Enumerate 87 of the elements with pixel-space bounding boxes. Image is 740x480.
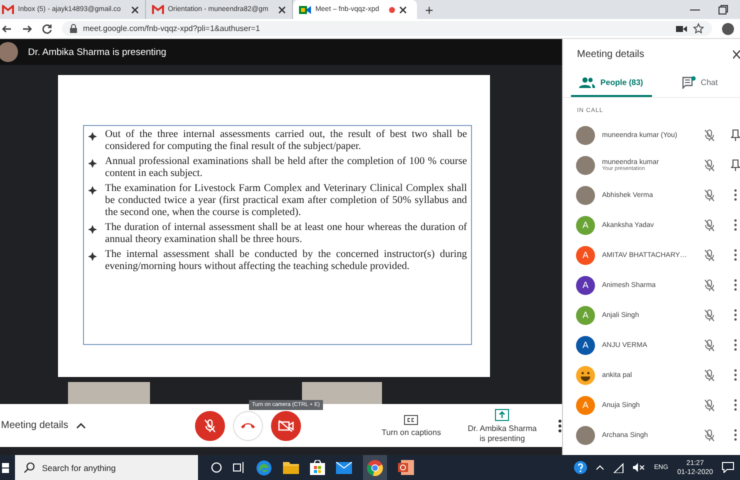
captions-button[interactable]: Turn on captions — [376, 414, 446, 436]
back-arrow-icon[interactable] — [2, 24, 12, 34]
microphone-off-icon[interactable] — [704, 338, 715, 352]
close-icon[interactable] — [278, 6, 286, 14]
windows-logo-icon[interactable] — [2, 462, 10, 474]
mail-icon — [2, 4, 14, 14]
avatar-photo-placeholder — [576, 126, 595, 144]
panel-title: Meeting details — [577, 48, 644, 60]
close-icon[interactable] — [399, 6, 408, 14]
taskbar-search-field[interactable]: Search for anything — [15, 455, 198, 480]
microphone-off-icon[interactable] — [704, 158, 715, 172]
slide-bullet-text: The internal assessment shall be conducted by the concerned instructor(s) during evening/morning hours without affecting the teaching schedule provided. — [105, 248, 467, 274]
forward-arrow-icon[interactable] — [22, 24, 32, 34]
participant-avatar: A — [576, 216, 595, 234]
microphone-off-icon[interactable] — [704, 128, 715, 142]
pin-icon[interactable] — [731, 159, 740, 171]
browser-swirl-icon[interactable] — [256, 460, 272, 476]
slide-bullet-text: The examination for Livestock Farm Complex and Veterinary Clinical Complex shall be conducted twice a year (first practical exam after completion of 50% syllabus and the second one, when the course is completed). — [105, 182, 467, 220]
diamond-bullet-icon — [88, 132, 97, 141]
notification-icon[interactable] — [722, 462, 734, 473]
avatar-photo-placeholder — [576, 186, 595, 204]
slide-bullet-text: Out of the three internal assessments carried out, the result of best two shall be considered for computing the final result of the subject/paper. — [105, 129, 467, 154]
close-icon[interactable] — [130, 6, 139, 14]
avatar-photo-placeholder — [576, 156, 595, 174]
shopping-bag-icon[interactable] — [310, 460, 325, 475]
restore-icon[interactable] — [718, 4, 728, 14]
close-icon[interactable] — [733, 50, 740, 58]
video-camera-icon[interactable] — [676, 24, 687, 32]
microphone-off-icon[interactable] — [704, 278, 715, 292]
lock-icon — [70, 24, 77, 33]
profile-avatar[interactable] — [722, 22, 734, 34]
microphone-off-icon[interactable] — [704, 188, 715, 202]
diamond-bullet-icon — [88, 186, 97, 195]
circle-icon[interactable] — [211, 462, 222, 473]
participant-avatar: A — [576, 276, 595, 294]
microphone-off-icon[interactable] — [704, 368, 715, 382]
microphone-button[interactable] — [194, 410, 225, 440]
avatar-photo-placeholder — [576, 426, 595, 444]
slide-bullet-text: Annual professional examinations shall be held after the completion of 100 % course content in each subject. — [105, 156, 467, 181]
star-icon[interactable] — [693, 23, 704, 34]
microphone-off-icon[interactable] — [704, 218, 715, 232]
microphone-off-icon[interactable] — [704, 308, 715, 322]
diamond-bullet-icon — [88, 224, 97, 234]
help-icon[interactable] — [574, 461, 588, 474]
camera-button[interactable] — [270, 410, 301, 440]
search-icon — [24, 462, 35, 473]
chevron-up-icon[interactable] — [596, 465, 604, 470]
participant-avatar: A — [576, 336, 595, 354]
microphone-off-icon[interactable] — [704, 428, 715, 442]
diamond-bullet-icon — [88, 252, 97, 261]
presenter-avatar — [0, 42, 18, 62]
mail-icon — [152, 4, 164, 14]
people-icon — [579, 76, 596, 88]
video-camera-icon — [278, 420, 294, 432]
phone-icon — [240, 422, 256, 429]
address-bar[interactable]: meet.google.com/fnb-vqqz-xpd?pli=1&authuser=1 — [62, 21, 712, 36]
folder-icon[interactable] — [283, 461, 299, 474]
diamond-bullet-icon — [88, 158, 97, 168]
task-view-icon[interactable] — [233, 462, 245, 473]
present-screen-icon — [495, 408, 510, 420]
network-icon[interactable] — [613, 462, 624, 472]
chat-icon — [682, 76, 696, 88]
chevron-up-icon — [76, 422, 86, 428]
speaker-muted-icon[interactable] — [633, 463, 646, 472]
microphone-off-icon[interactable] — [704, 248, 715, 262]
more-options-icon[interactable] — [558, 418, 562, 432]
presenter-banner-text: Dr. Ambika Sharma is presenting — [28, 46, 166, 58]
microphone-off-icon[interactable] — [704, 398, 715, 412]
captions-icon — [404, 414, 418, 424]
panel-tab[interactable]: People (83) — [571, 69, 652, 97]
reload-icon[interactable] — [42, 24, 52, 34]
pin-icon[interactable] — [731, 129, 740, 141]
presenting-button[interactable]: Dr. Ambika Sharma is presenting — [458, 408, 546, 442]
hang-up-button[interactable] — [232, 410, 263, 440]
chrome-logo-icon[interactable] — [367, 460, 383, 476]
panel-tab[interactable]: Chat — [660, 69, 740, 97]
microphone-icon — [204, 418, 216, 432]
slide-bullet-text: The duration of internal assessment shall be at least one hour whereas the duration of annual theory examination shall be three hours. — [105, 222, 467, 247]
participant-avatar: A — [576, 246, 595, 264]
smiley-avatar-icon — [576, 366, 595, 384]
mail-envelope-icon[interactable] — [336, 462, 352, 474]
participant-avatar: A — [576, 306, 595, 324]
new-tab-button[interactable]: + — [417, 2, 442, 16]
video-camera-icon — [299, 4, 312, 14]
slides-app-icon[interactable] — [398, 460, 414, 475]
participant-avatar: A — [576, 396, 595, 414]
meeting-details-button[interactable]: Meeting details — [0, 420, 195, 431]
